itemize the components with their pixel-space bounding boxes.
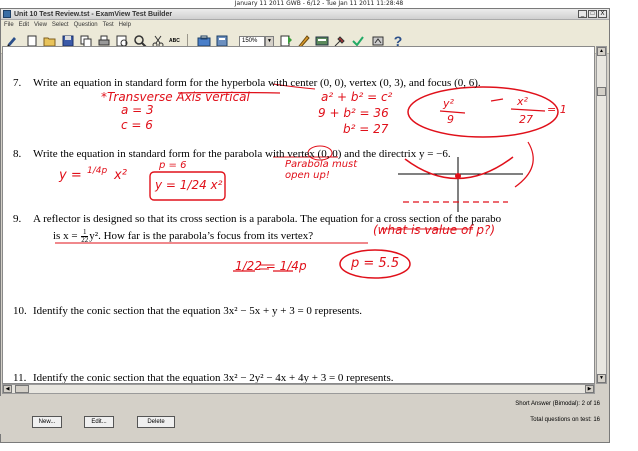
hw-y-numerator: y² — [443, 97, 454, 110]
hw-x-numerator: x² — [517, 95, 528, 108]
question-position-status: Short Answer (Bimodal): 2 of 16 — [515, 401, 600, 407]
question-text: Write an equation in standard form for t… — [33, 77, 481, 89]
question-number: 7. — [13, 77, 22, 89]
menu-help[interactable]: Help — [119, 20, 131, 30]
hw-b-squared: b² = 27 — [343, 122, 389, 136]
hscroll-thumb[interactable] — [15, 385, 29, 393]
title-bar: Unit 10 Test Review.tst - ExamView Test … — [1, 9, 609, 20]
new-question-button[interactable]: New... — [32, 416, 62, 428]
edit-question-button[interactable]: Edit... — [84, 416, 114, 428]
vertical-scrollbar[interactable]: ▲ ▼ — [596, 46, 607, 384]
hw-equals-one: = 1 — [547, 103, 567, 116]
question-number: 9. — [13, 213, 22, 225]
maximize-button[interactable]: □ — [588, 10, 597, 18]
menu-test[interactable]: Test — [103, 20, 114, 30]
question-9-line2: is x = 1 22 y². How far is the parabola’s … — [53, 228, 314, 244]
hw-p-equals-6: p = 6 — [159, 160, 187, 171]
question-10[interactable]: 10. Identify the conic section that the e… — [13, 305, 362, 317]
hw-transverse-axis: *Transverse Axis vertical — [101, 90, 250, 104]
question-text: Identify the conic section that the equa… — [33, 305, 363, 317]
hw-x-denominator: 27 — [519, 113, 533, 126]
menu-view[interactable]: View — [34, 20, 47, 30]
menu-file[interactable]: File — [4, 20, 14, 30]
hw-x-squared: x² — [114, 168, 127, 183]
menu-edit[interactable]: Edit — [19, 20, 29, 30]
scroll-thumb[interactable] — [597, 87, 606, 96]
scroll-right-arrow-icon[interactable]: ▶ — [585, 385, 594, 393]
hw-a-value: a = 3 — [121, 103, 154, 117]
fraction: 1 22 — [81, 228, 89, 244]
hw-substitution: 9 + b² = 36 — [318, 106, 389, 120]
question-11[interactable]: 11. Identify the conic section that the e… — [13, 372, 394, 384]
hw-one-over-4p: 1/4p — [87, 166, 108, 176]
hw-fraction-equation: 1/22 = 1/4p — [235, 259, 307, 273]
delete-question-button[interactable]: Delete — [137, 416, 175, 428]
timestamp-header: January 11 2011 GWB - 6/12 - Tue Jan 11 … — [234, 0, 404, 7]
menu-bar: File Edit View Select Question Test Help — [1, 20, 609, 30]
app-icon — [3, 10, 11, 18]
menu-select[interactable]: Select — [52, 20, 69, 30]
question-7[interactable]: 7. Write an equation in standard form for… — [13, 77, 481, 89]
question-document: 7. Write an equation in standard form for… — [2, 46, 595, 384]
minimize-button[interactable]: _ — [578, 10, 587, 18]
question-number: 11. — [13, 372, 27, 384]
hw-boxed-equation: y = 1/24 x² — [155, 178, 223, 192]
hw-pythag: a² + b² = c² — [321, 90, 393, 104]
scroll-left-arrow-icon[interactable]: ◀ — [3, 385, 12, 393]
menu-question[interactable]: Question — [74, 20, 98, 30]
window-title: Unit 10 Test Review.tst - ExamView Test … — [14, 11, 173, 18]
scroll-down-arrow-icon[interactable]: ▼ — [597, 374, 606, 383]
hw-y-denominator: 9 — [447, 113, 454, 126]
horizontal-scrollbar[interactable]: ◀ ▶ — [2, 384, 595, 394]
hw-y-equals: y = — [59, 168, 82, 183]
question-number: 10. — [13, 305, 27, 317]
hw-c-value: c = 6 — [121, 118, 153, 132]
bottom-panel: New... Edit... Delete Short Answer (Bimo… — [0, 396, 608, 434]
question-text: Identify the conic section that the equa… — [33, 372, 394, 384]
question-8[interactable]: 8. Write the equation in standard form fo… — [13, 148, 451, 160]
hw-p-answer: p = 5.5 — [351, 256, 400, 271]
question-text: Write the equation in standard form for … — [33, 148, 451, 160]
total-questions-status: Total questions on test: 16 — [530, 417, 600, 423]
question-number: 8. — [13, 148, 22, 160]
hw-opens-up: Parabola must open up! — [285, 159, 358, 181]
hw-what-is-p: (what is value of p?) — [373, 223, 496, 237]
close-button[interactable]: X — [598, 10, 607, 18]
scroll-up-arrow-icon[interactable]: ▲ — [597, 47, 606, 56]
